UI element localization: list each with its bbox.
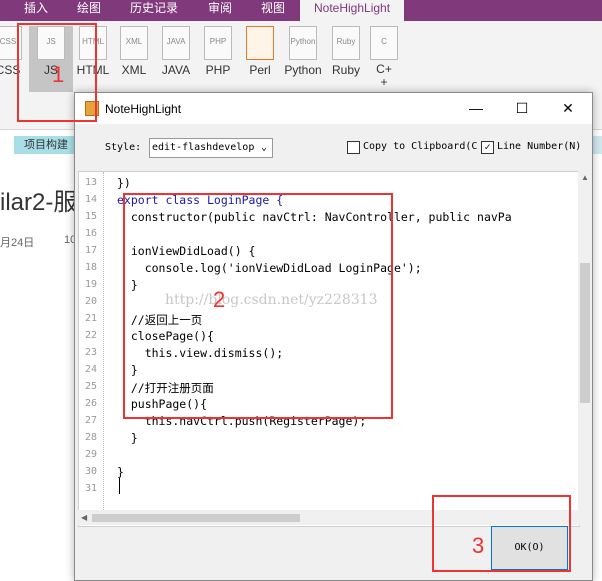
code-line: } — [117, 465, 124, 479]
line-number: 26 — [84, 398, 97, 409]
style-select[interactable]: edit-flashdevelop ⌄ — [149, 138, 273, 158]
annotation-number-2: 2 — [213, 287, 226, 312]
xml-icon: XML — [120, 26, 148, 60]
options-row: Style: edit-flashdevelop ⌄ Copy to Clipb… — [75, 135, 592, 161]
close-button[interactable]: ✕ — [545, 93, 591, 124]
cpp-label: C++ — [376, 62, 392, 89]
line-number: 27 — [84, 415, 97, 426]
xml-button[interactable]: XML XML — [112, 26, 156, 77]
code-line: } — [117, 431, 138, 445]
cpp-button[interactable]: C C++ — [364, 26, 404, 89]
line-number: 14 — [84, 194, 97, 205]
style-select-value: edit-flashdevelop — [152, 142, 255, 153]
copy-clipboard-label: Copy to Clipboard(C — [363, 141, 478, 152]
text-cursor — [119, 478, 120, 494]
ruby-icon: Ruby — [332, 26, 360, 60]
python-icon: Python — [289, 26, 317, 60]
scroll-up-icon[interactable]: ▲ — [581, 173, 589, 182]
ruby-button[interactable]: Ruby Ruby — [324, 26, 368, 77]
line-number: 21 — [84, 313, 97, 324]
java-button[interactable]: JAVA JAVA — [154, 26, 198, 77]
line-number: 30 — [84, 466, 97, 477]
tab-history[interactable]: 历史记录 — [130, 0, 178, 21]
line-number-gutter: 13 14 15 16 17 18 19 20 21 22 23 24 25 2… — [79, 172, 101, 512]
ruby-label: Ruby — [331, 63, 360, 77]
chevron-down-icon: ⌄ — [258, 139, 270, 157]
annotation-number-1: 1 — [52, 62, 65, 87]
line-number: 17 — [84, 245, 97, 256]
tab-insert[interactable]: 插入 — [24, 0, 48, 21]
php-icon: PHP — [204, 26, 232, 60]
line-number: 28 — [84, 432, 97, 443]
code-line: }) — [117, 176, 131, 190]
line-number: 19 — [84, 279, 97, 290]
perl-label: Perl — [249, 63, 271, 77]
maximize-button[interactable]: ☐ — [499, 93, 545, 124]
line-number: 25 — [84, 381, 97, 392]
line-number: 22 — [84, 330, 97, 341]
line-number: 20 — [84, 296, 97, 307]
perl-button[interactable]: Perl — [238, 26, 282, 77]
annotation-box-2 — [123, 193, 393, 419]
page-date: 月24日 — [0, 237, 35, 249]
line-number: 13 — [84, 177, 97, 188]
line-number: 16 — [84, 228, 97, 239]
xml-label: XML — [121, 63, 147, 77]
python-button[interactable]: Python Python — [280, 26, 326, 77]
line-number: 31 — [84, 483, 97, 494]
vertical-scrollbar[interactable]: ▲ — [578, 171, 592, 525]
java-label: JAVA — [161, 63, 191, 77]
dialog-titlebar[interactable]: NoteHighLight — ☐ ✕ — [75, 93, 592, 124]
fold-guide — [103, 172, 105, 512]
line-number: 29 — [84, 449, 97, 460]
tab-draw[interactable]: 绘图 — [77, 0, 101, 21]
style-label: Style: — [105, 142, 142, 153]
ribbon-tab-bar: 插入 绘图 历史记录 审阅 视图 NoteHighLight — [0, 0, 602, 21]
horizontal-scroll-thumb[interactable] — [92, 514, 300, 522]
page-title: ilar2-服 — [0, 189, 78, 216]
tab-view[interactable]: 视图 — [261, 0, 285, 21]
scroll-left-icon[interactable]: ◀ — [81, 513, 87, 522]
cpp-icon: C — [370, 26, 398, 60]
line-number-checkbox[interactable]: ✓ — [481, 141, 494, 154]
vertical-scroll-thumb[interactable] — [580, 263, 590, 403]
perl-icon — [246, 26, 274, 60]
annotation-number-3: 3 — [472, 533, 485, 558]
line-number: 18 — [84, 262, 97, 273]
python-label: Python — [284, 63, 322, 77]
tab-review[interactable]: 审阅 — [208, 0, 232, 21]
tab-notehighlight[interactable]: NoteHighLight — [300, 0, 405, 21]
copy-clipboard-checkbox[interactable] — [347, 141, 360, 154]
annotation-box-3 — [432, 495, 571, 572]
java-icon: JAVA — [162, 26, 190, 60]
line-number: 23 — [84, 347, 97, 358]
line-number-label: Line Number(N) — [497, 141, 582, 152]
php-button[interactable]: PHP PHP — [196, 26, 240, 77]
minimize-button[interactable]: — — [453, 93, 499, 124]
php-label: PHP — [205, 63, 231, 77]
line-number: 24 — [84, 364, 97, 375]
line-number: 15 — [84, 211, 97, 222]
dialog-title: NoteHighLight — [105, 102, 182, 116]
